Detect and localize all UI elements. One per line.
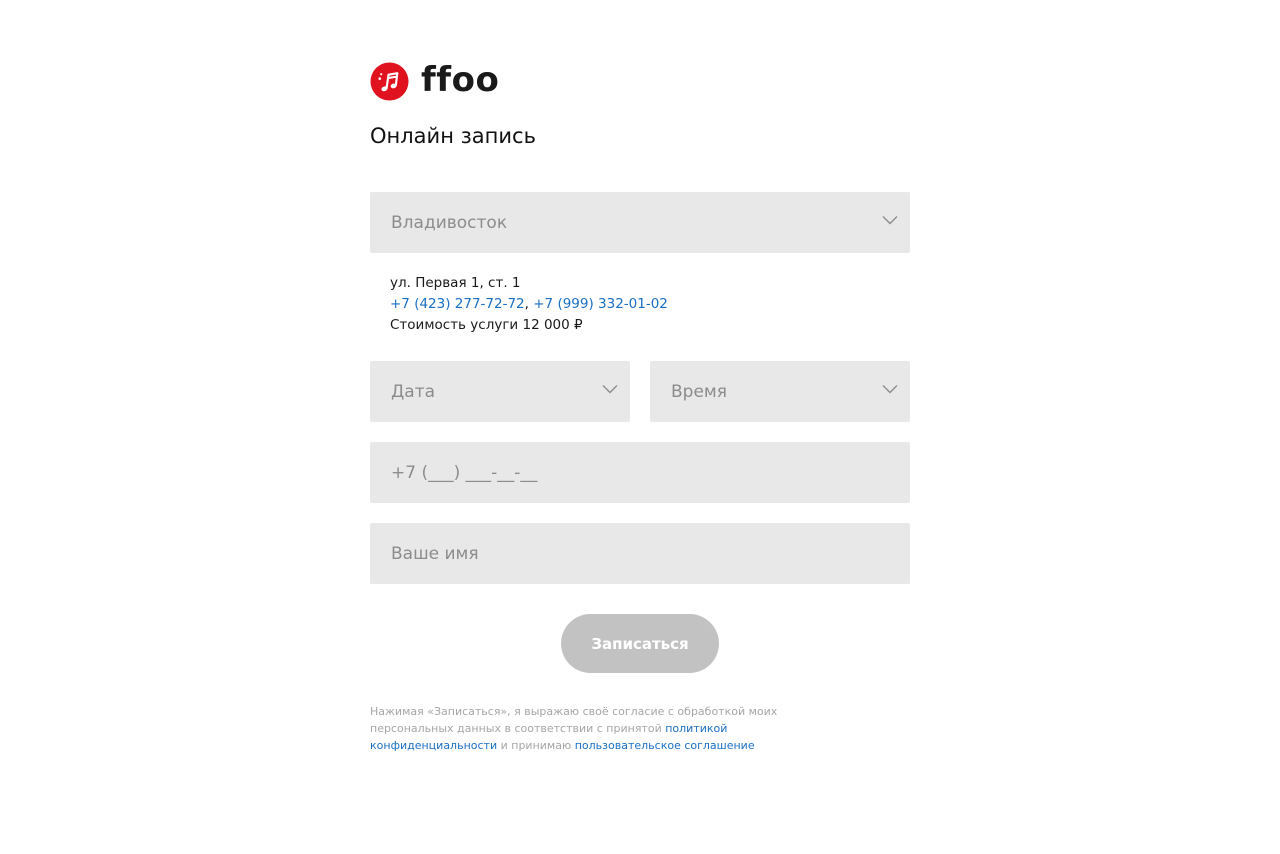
date-select[interactable]: Дата bbox=[370, 361, 630, 422]
music-note-icon bbox=[370, 61, 409, 101]
name-input-placeholder: Ваше имя bbox=[391, 543, 479, 564]
chevron-down-icon bbox=[882, 385, 898, 394]
phone-input[interactable]: +7 (___) ___-__-__ bbox=[370, 442, 910, 503]
phone-link-1[interactable]: +7 (423) 277-72-72 bbox=[390, 296, 525, 312]
chevron-down-icon bbox=[602, 385, 618, 394]
phone-input-placeholder: +7 (___) ___-__-__ bbox=[391, 462, 538, 483]
city-select-value: Владивосток bbox=[391, 212, 508, 233]
consent-text: Нажимая «Записаться», я выражаю своё сог… bbox=[370, 703, 840, 754]
page-title: Онлайн запись bbox=[370, 124, 536, 148]
time-select-placeholder: Время bbox=[671, 381, 727, 402]
consent-text-part-2: и принимаю bbox=[497, 739, 575, 752]
branch-address: ул. Первая 1, ст. 1 bbox=[390, 275, 521, 291]
time-select[interactable]: Время bbox=[650, 361, 910, 422]
name-input[interactable]: Ваше имя bbox=[370, 523, 910, 584]
branch-info: ул. Первая 1, ст. 1 +7 (423) 277-72-72, … bbox=[390, 273, 668, 336]
branch-phones: +7 (423) 277-72-72, +7 (999) 332-01-02 bbox=[390, 294, 668, 315]
logo[interactable]: ffoo bbox=[370, 60, 500, 101]
phone-separator: , bbox=[524, 296, 534, 312]
chevron-down-icon bbox=[882, 216, 898, 225]
user-agreement-link[interactable]: пользовательское соглашение bbox=[575, 739, 755, 752]
submit-button[interactable]: Записаться bbox=[561, 614, 719, 673]
service-price: Стоимость услуги 12 000 ₽ bbox=[390, 317, 583, 333]
date-select-placeholder: Дата bbox=[391, 381, 436, 402]
brand-name: ffoo bbox=[421, 60, 500, 100]
city-select[interactable]: Владивосток bbox=[370, 192, 910, 253]
phone-link-2[interactable]: +7 (999) 332-01-02 bbox=[533, 296, 668, 312]
